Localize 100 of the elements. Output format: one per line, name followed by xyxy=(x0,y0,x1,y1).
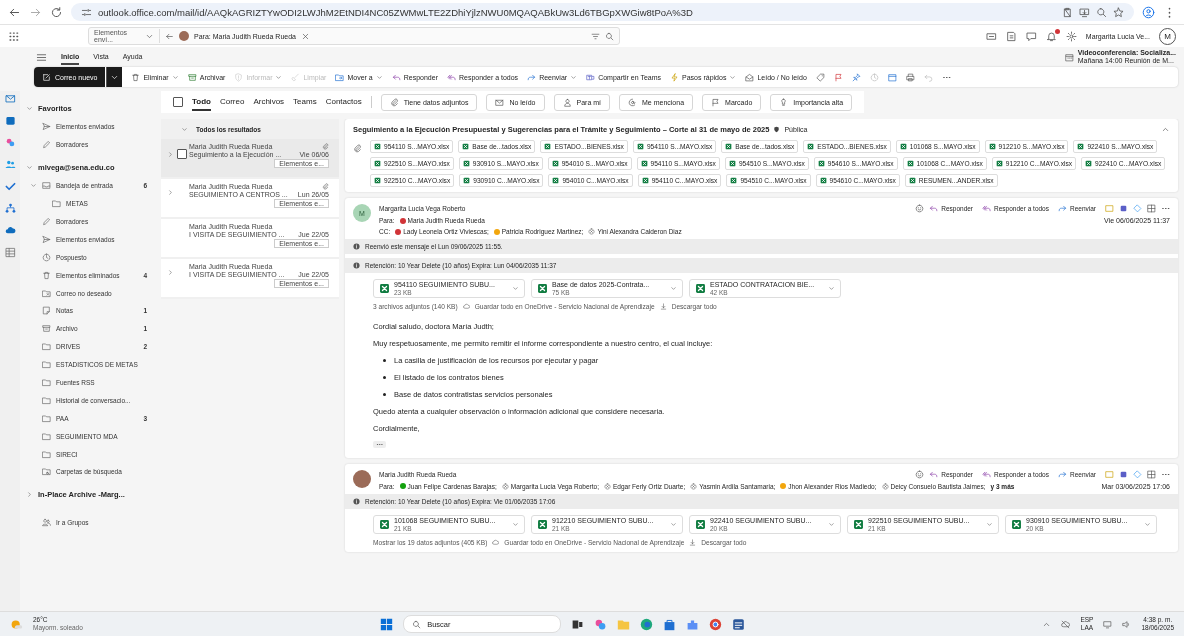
shield-icon xyxy=(773,126,781,133)
document-icon[interactable] xyxy=(1005,30,1017,42)
speaker-icon[interactable] xyxy=(1122,619,1132,629)
envelope-open-icon xyxy=(745,72,755,82)
url-text: outlook.office.com/mail/id/AAQkAGRIZTYwODI2LWJhM2EtNDI4NC05ZWMwLTE2ZDhiYjlzNWU0MQAQABkUw3Ld6TBGpXWGiw8tPoA%3D xyxy=(98,6,693,18)
reload-icon[interactable] xyxy=(50,5,63,19)
cloud-icon xyxy=(492,538,500,546)
flag-icon[interactable] xyxy=(833,72,843,82)
folder-icon xyxy=(42,288,51,298)
start-button[interactable] xyxy=(380,617,394,631)
link-icon[interactable] xyxy=(1133,204,1142,213)
bell-icon[interactable] xyxy=(1045,30,1057,42)
link-icon[interactable] xyxy=(1133,469,1142,479)
store-bag-icon[interactable] xyxy=(663,617,677,631)
offline-status-icon xyxy=(501,482,509,490)
chevron-down-icon[interactable] xyxy=(512,284,519,292)
pin-icon[interactable] xyxy=(851,72,861,82)
weather-icon[interactable] xyxy=(10,617,23,631)
message-checkbox[interactable] xyxy=(177,149,187,159)
select-all-checkbox[interactable] xyxy=(173,97,183,107)
chevron-down-icon[interactable] xyxy=(828,520,835,528)
filter-icon[interactable] xyxy=(591,31,600,41)
chevron-down-icon[interactable] xyxy=(670,520,677,528)
show-quoted-text-button[interactable] xyxy=(373,440,386,448)
spreadsheet-icon xyxy=(1011,518,1022,530)
search-tab[interactable]: Correo xyxy=(219,93,245,111)
zoom-icon[interactable] xyxy=(1096,6,1107,18)
network-icon[interactable] xyxy=(1103,619,1113,629)
reply-icon xyxy=(929,204,939,213)
chevron-down-icon[interactable] xyxy=(1144,520,1151,528)
spreadsheet-icon xyxy=(853,518,864,530)
site-settings-icon[interactable] xyxy=(81,6,92,18)
people-icon xyxy=(42,518,51,528)
folder-arrow-icon xyxy=(335,72,345,82)
print-icon[interactable] xyxy=(905,72,915,82)
tag-icon[interactable] xyxy=(815,72,825,82)
document-app-icon[interactable] xyxy=(732,617,746,631)
clipboard-icon[interactable] xyxy=(1062,6,1073,18)
calendar-icon[interactable] xyxy=(887,72,897,82)
avatar-photo-placeholder xyxy=(179,31,189,41)
paperclip-icon xyxy=(353,144,362,153)
menu-icon[interactable] xyxy=(36,51,47,63)
grid-icon[interactable] xyxy=(1147,204,1156,213)
people-icon[interactable] xyxy=(4,159,16,170)
color-swirl-icon[interactable] xyxy=(4,137,16,148)
settings-icon[interactable] xyxy=(1065,30,1077,42)
spreadsheet-icon xyxy=(462,143,470,150)
color-swirl-icon[interactable] xyxy=(594,617,608,631)
app-icon[interactable] xyxy=(1119,204,1128,213)
meeting-icon[interactable] xyxy=(985,30,997,42)
back-arrow-icon[interactable] xyxy=(165,31,174,41)
smiley-icon[interactable] xyxy=(915,469,925,479)
cloud-icon[interactable] xyxy=(4,225,16,236)
new-mail-menu-button[interactable] xyxy=(106,67,123,87)
app-icon[interactable] xyxy=(1119,469,1128,479)
paperclip-icon xyxy=(389,97,399,107)
forward-icon xyxy=(527,72,537,82)
app-launcher-icon[interactable] xyxy=(8,30,19,42)
reply-icon xyxy=(391,72,401,82)
close-icon[interactable] xyxy=(300,31,310,41)
chevron-up-icon[interactable] xyxy=(1161,125,1170,134)
chat-icon[interactable] xyxy=(1025,30,1037,42)
inbox-icon xyxy=(42,181,51,191)
browser-icon[interactable] xyxy=(709,617,723,631)
chevron-down-icon[interactable] xyxy=(986,520,993,528)
cloud-icon[interactable] xyxy=(1061,619,1071,629)
puzzle-icon[interactable] xyxy=(686,617,700,631)
calendar-icon[interactable] xyxy=(4,115,16,126)
org-chart-icon[interactable] xyxy=(4,203,16,214)
flag-icon xyxy=(711,97,721,107)
archive-box-icon xyxy=(187,72,197,82)
install-icon[interactable] xyxy=(1079,6,1090,18)
search-tab[interactable]: Contactos xyxy=(325,93,362,111)
chevron-right-icon[interactable] xyxy=(167,150,174,158)
chevron-down-icon[interactable] xyxy=(512,520,519,528)
chevron-right-icon[interactable] xyxy=(167,269,174,276)
address-bar[interactable]: outlook.office.com/mail/id/AAQkAGRIZTYwODI2LWJhM2EtNDI4NC05ZWMwLTE2ZDhiYjlzNWU0MQAQABkUw3Ld6TBGpXWGiw8tPoA%3D xyxy=(71,3,1134,21)
star-icon[interactable] xyxy=(1113,6,1124,18)
task-view-icon[interactable] xyxy=(571,617,585,631)
spreadsheet-icon xyxy=(463,177,471,184)
search-icon[interactable] xyxy=(605,31,614,41)
globe-icon[interactable] xyxy=(640,617,654,631)
search-tab[interactable]: Archivos xyxy=(253,93,285,111)
profile-icon[interactable] xyxy=(1142,5,1155,19)
search-tab[interactable]: Teams xyxy=(293,93,317,111)
spreadsheet-icon xyxy=(551,160,559,167)
chevron-right-icon[interactable] xyxy=(167,189,174,196)
spreadsheet-icon xyxy=(730,177,738,184)
grid-icon[interactable] xyxy=(1147,469,1156,479)
chevron-down-icon[interactable] xyxy=(670,284,677,292)
spreadsheet-icon xyxy=(728,160,736,167)
mail-icon[interactable] xyxy=(4,93,16,104)
checkmark-icon[interactable] xyxy=(4,181,16,192)
chevron-down-icon[interactable] xyxy=(828,284,835,292)
smiley-icon[interactable] xyxy=(915,204,925,213)
bulb-icon xyxy=(779,97,789,107)
search-tab[interactable]: Todo xyxy=(192,93,211,111)
apps-icon[interactable] xyxy=(4,247,16,258)
spreadsheet-icon xyxy=(899,143,907,150)
spreadsheet-icon xyxy=(462,160,470,167)
